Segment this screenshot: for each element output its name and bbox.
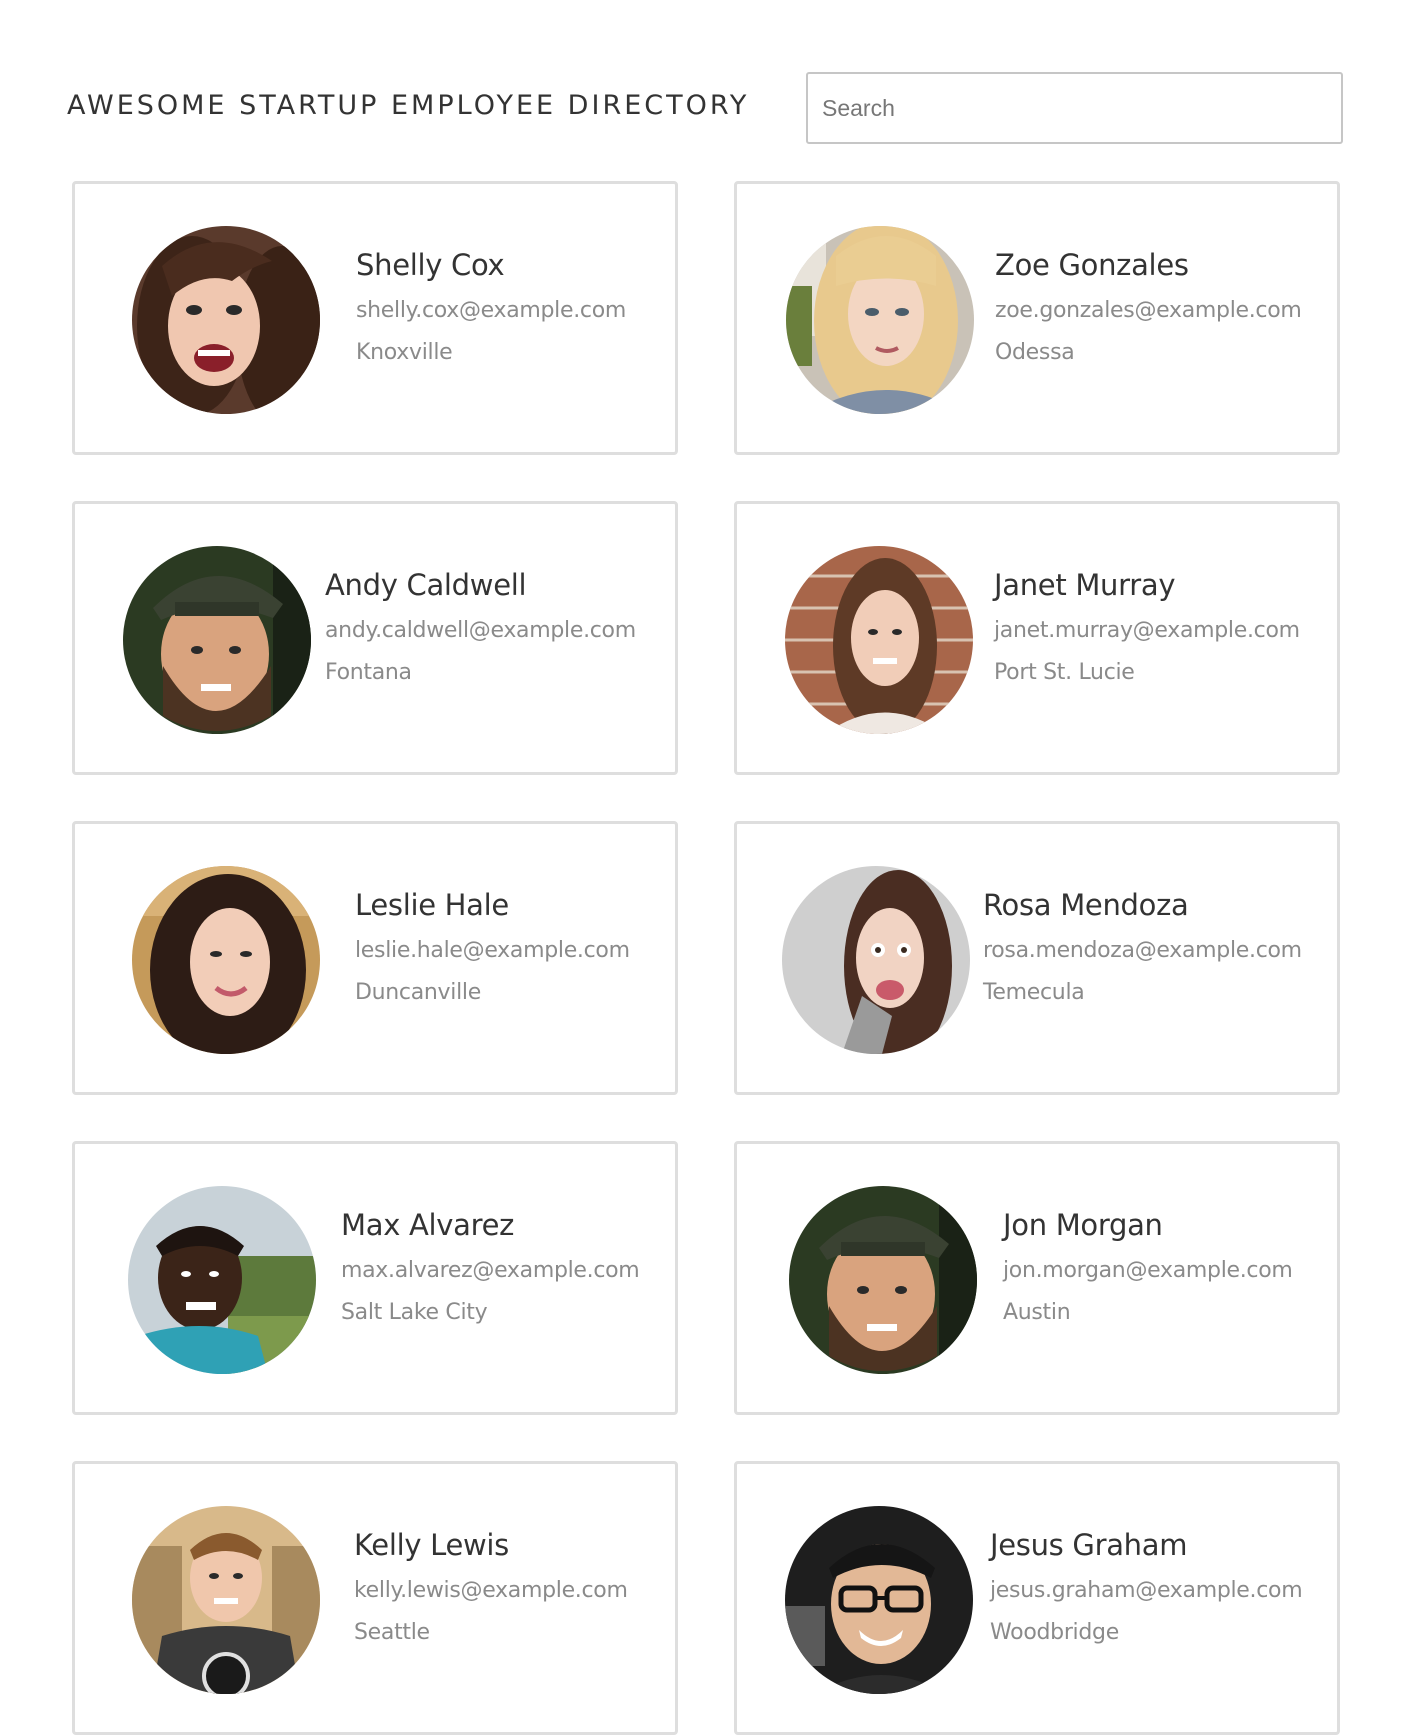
employee-email: max.alvarez@example.com (341, 1258, 640, 1283)
search-input[interactable] (806, 72, 1343, 144)
employee-city: Fontana (325, 660, 412, 685)
employee-info: Rosa Mendoza rosa.mendoza@example.com Te… (983, 888, 1302, 1005)
employee-city: Woodbridge (990, 1620, 1119, 1645)
page-header: AWESOME STARTUP EMPLOYEE DIRECTORY (0, 0, 1410, 170)
employee-name: Andy Caldwell (325, 568, 527, 602)
employee-name: Janet Murray (994, 568, 1176, 602)
employee-city: Port St. Lucie (994, 660, 1135, 685)
employee-info: Leslie Hale leslie.hale@example.com Dunc… (355, 888, 630, 1005)
employee-city: Odessa (995, 340, 1075, 365)
employee-avatar (123, 546, 311, 734)
employee-email: andy.caldwell@example.com (325, 618, 636, 643)
employee-name: Jon Morgan (1003, 1208, 1163, 1242)
employee-email: janet.murray@example.com (994, 618, 1300, 643)
employee-city: Temecula (983, 980, 1085, 1005)
employee-name: Shelly Cox (356, 248, 505, 282)
employee-card[interactable]: Jon Morgan jon.morgan@example.com Austin (734, 1141, 1340, 1415)
employee-name: Zoe Gonzales (995, 248, 1189, 282)
employee-avatar (789, 1186, 977, 1374)
employee-city: Knoxville (356, 340, 453, 365)
employee-info: Jesus Graham jesus.graham@example.com Wo… (990, 1528, 1303, 1645)
employee-card[interactable]: Janet Murray janet.murray@example.com Po… (734, 501, 1340, 775)
employee-card[interactable]: Max Alvarez max.alvarez@example.com Salt… (72, 1141, 678, 1415)
employee-info: Max Alvarez max.alvarez@example.com Salt… (341, 1208, 640, 1325)
employee-info: Jon Morgan jon.morgan@example.com Austin (1003, 1208, 1293, 1325)
employee-name: Leslie Hale (355, 888, 509, 922)
employee-name: Max Alvarez (341, 1208, 515, 1242)
employee-card[interactable]: Rosa Mendoza rosa.mendoza@example.com Te… (734, 821, 1340, 1095)
employee-card[interactable]: Leslie Hale leslie.hale@example.com Dunc… (72, 821, 678, 1095)
employee-info: Janet Murray janet.murray@example.com Po… (994, 568, 1300, 685)
employee-info: Kelly Lewis kelly.lewis@example.com Seat… (354, 1528, 628, 1645)
employee-card[interactable]: Jesus Graham jesus.graham@example.com Wo… (734, 1461, 1340, 1735)
employee-email: shelly.cox@example.com (356, 298, 627, 323)
employee-avatar (132, 226, 320, 414)
employee-info: Andy Caldwell andy.caldwell@example.com … (325, 568, 636, 685)
employee-name: Rosa Mendoza (983, 888, 1189, 922)
employee-email: jesus.graham@example.com (990, 1578, 1303, 1603)
employee-email: kelly.lewis@example.com (354, 1578, 628, 1603)
employee-city: Salt Lake City (341, 1300, 488, 1325)
employee-avatar (785, 546, 973, 734)
employee-avatar (782, 866, 970, 1054)
employee-email: rosa.mendoza@example.com (983, 938, 1302, 963)
employee-card[interactable]: Kelly Lewis kelly.lewis@example.com Seat… (72, 1461, 678, 1735)
employee-avatar (786, 226, 974, 414)
employee-avatar (785, 1506, 973, 1694)
employee-grid: Shelly Cox shelly.cox@example.com Knoxvi… (72, 181, 1340, 1735)
employee-city: Duncanville (355, 980, 481, 1005)
employee-name: Jesus Graham (990, 1528, 1188, 1562)
employee-email: leslie.hale@example.com (355, 938, 630, 963)
employee-city: Austin (1003, 1300, 1071, 1325)
employee-info: Shelly Cox shelly.cox@example.com Knoxvi… (356, 248, 626, 365)
employee-info: Zoe Gonzales zoe.gonzales@example.com Od… (995, 248, 1302, 365)
employee-avatar (132, 866, 320, 1054)
employee-email: jon.morgan@example.com (1003, 1258, 1293, 1283)
employee-avatar (132, 1506, 320, 1694)
employee-city: Seattle (354, 1620, 430, 1645)
employee-name: Kelly Lewis (354, 1528, 509, 1562)
employee-email: zoe.gonzales@example.com (995, 298, 1302, 323)
employee-card[interactable]: Zoe Gonzales zoe.gonzales@example.com Od… (734, 181, 1340, 455)
page-title: AWESOME STARTUP EMPLOYEE DIRECTORY (67, 90, 750, 121)
employee-card[interactable]: Shelly Cox shelly.cox@example.com Knoxvi… (72, 181, 678, 455)
employee-avatar (128, 1186, 316, 1374)
employee-card[interactable]: Andy Caldwell andy.caldwell@example.com … (72, 501, 678, 775)
